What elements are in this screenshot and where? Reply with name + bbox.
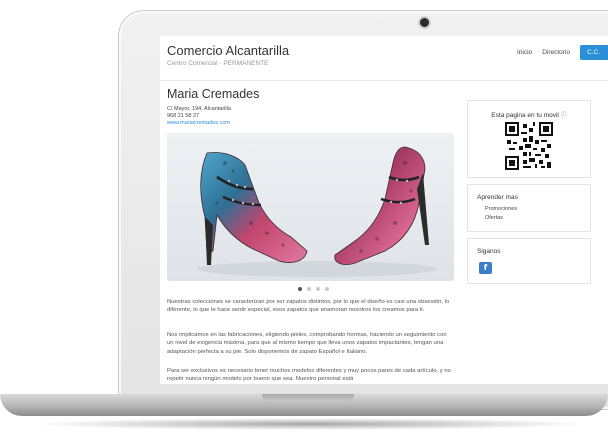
slider-dot-3[interactable] xyxy=(316,287,320,291)
description-paragraph-1: Nuestras colecciones se caracterizan por… xyxy=(167,299,450,314)
site-subtitle: Centro Comercial - PERMANENTE xyxy=(167,60,269,67)
follow-us-title: Siganos xyxy=(477,248,501,255)
main-nav: Inicio Directorio C.C. xyxy=(517,45,608,60)
facebook-icon[interactable]: f xyxy=(479,262,492,274)
site-header: Comercio Alcantarilla Centro Comercial -… xyxy=(160,36,608,81)
slider-dot-2[interactable] xyxy=(307,287,311,291)
browser-viewport: Comercio Alcantarilla Centro Comercial -… xyxy=(160,36,608,384)
nav-link-inicio[interactable]: Inicio xyxy=(517,49,532,56)
site-title[interactable]: Comercio Alcantarilla xyxy=(167,43,289,58)
ofertas-link[interactable]: Ofertas xyxy=(485,215,503,221)
webcam-icon xyxy=(420,18,429,27)
laptop-notch xyxy=(262,394,354,402)
slider-dot-4[interactable] xyxy=(325,287,329,291)
shoes-photo xyxy=(167,133,454,281)
laptop-shadow xyxy=(30,418,590,430)
business-website-link[interactable]: www.mariacremades.com xyxy=(167,120,230,126)
business-name: Maria Cremades xyxy=(167,87,260,101)
business-address: C/ Mayor, 194, Alcantarilla xyxy=(167,106,231,112)
slider-pagination xyxy=(298,287,329,291)
qr-code-icon xyxy=(505,122,553,170)
qr-panel: Esta pagina en tu movil ⓘ xyxy=(467,100,591,178)
nav-link-directorio[interactable]: Directorio xyxy=(542,49,570,56)
learn-more-panel: Aprender mas Promociones Ofertas xyxy=(467,184,591,232)
info-icon[interactable]: ⓘ xyxy=(561,112,567,119)
nav-link-cc[interactable]: C.C. xyxy=(580,45,608,60)
description-paragraph-3: Para ser exclusivos es necesario tener m… xyxy=(167,368,451,383)
qr-panel-title: Esta pagina en tu movil ⓘ xyxy=(491,112,567,119)
description-paragraph-2: Nos implicamos en las fabricaciones, eli… xyxy=(167,332,447,355)
slider-dot-1[interactable] xyxy=(298,287,302,291)
learn-more-title: Aprender mas xyxy=(477,194,518,201)
follow-us-panel: Siganos f xyxy=(467,238,591,284)
business-phone: 968 21 58 27 xyxy=(167,113,200,119)
image-slider[interactable] xyxy=(167,133,454,281)
promociones-link[interactable]: Promociones xyxy=(485,206,517,212)
